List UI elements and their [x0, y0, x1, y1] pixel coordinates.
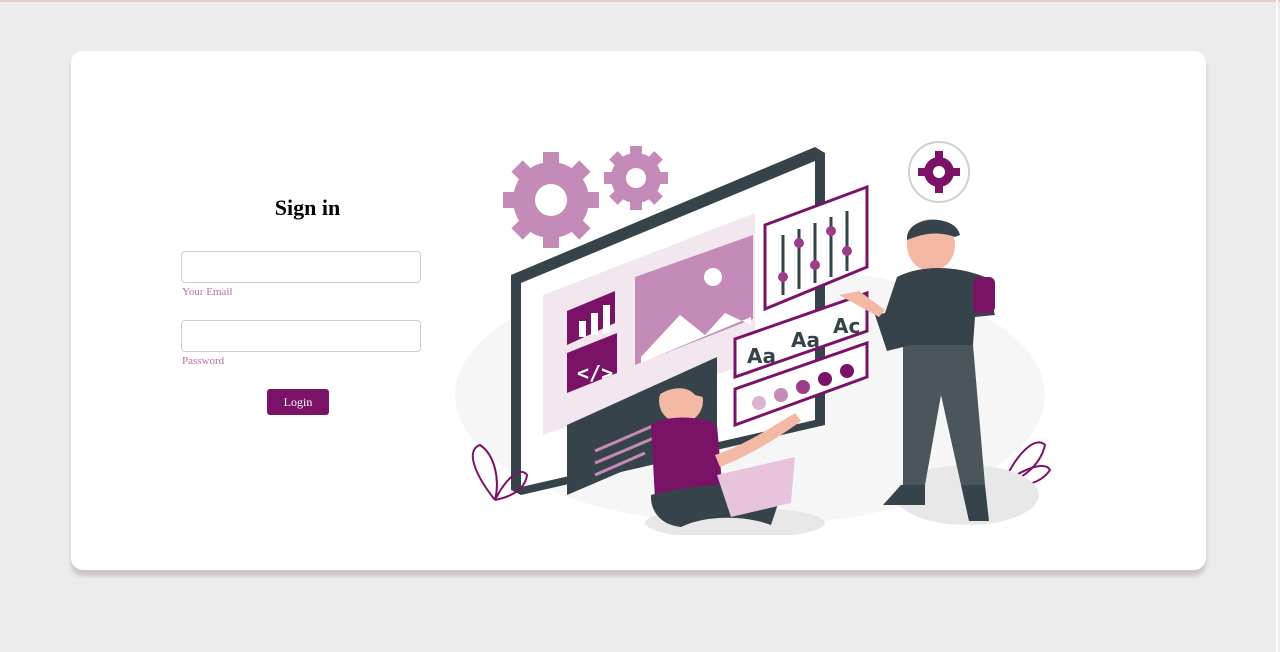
password-field[interactable] — [181, 320, 421, 352]
email-label: Your Email — [182, 286, 233, 298]
svg-text:Ac: Ac — [833, 314, 860, 338]
login-card: Sign in Your Email Password Login </> Aa… — [71, 51, 1206, 570]
developer-illustration: </> Aa Aa Ac — [455, 141, 1052, 535]
large-gear-icon — [503, 152, 599, 248]
email-field[interactable] — [181, 251, 421, 283]
signin-title: Sign in — [274, 195, 341, 220]
top-border — [0, 0, 1280, 2]
right-border — [1276, 0, 1278, 652]
svg-text:</>: </> — [577, 361, 613, 385]
svg-text:Aa: Aa — [791, 328, 820, 352]
small-gear-icon — [604, 146, 668, 210]
svg-text:Aa: Aa — [747, 344, 776, 368]
password-label: Password — [182, 355, 225, 367]
login-button[interactable]: Login — [267, 389, 329, 415]
